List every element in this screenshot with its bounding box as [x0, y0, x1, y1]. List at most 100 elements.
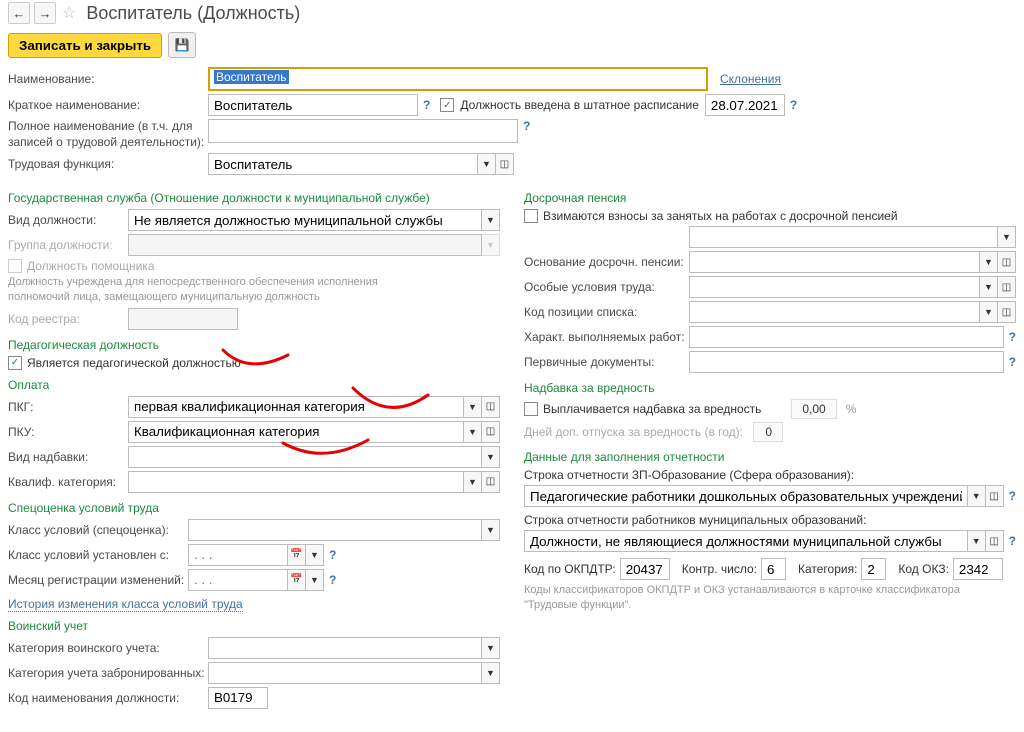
- pkg-input[interactable]: [128, 396, 464, 418]
- pension-contrib-label: Взимаются взносы за занятых на работах с…: [543, 209, 898, 223]
- class-history-link[interactable]: История изменения класса условий труда: [8, 597, 243, 612]
- dropdown-button[interactable]: ▼: [998, 226, 1016, 248]
- pension-basis-label: Основание досрочн. пенсии:: [524, 255, 689, 269]
- help-icon[interactable]: ?: [1009, 355, 1016, 369]
- name-input[interactable]: Воспитатель: [208, 67, 708, 91]
- pension-class-input[interactable]: [689, 226, 998, 248]
- okz-input[interactable]: [953, 558, 1003, 580]
- pku-input[interactable]: [128, 421, 464, 443]
- control-number-input[interactable]: [761, 558, 786, 580]
- dropdown-button[interactable]: ▼: [482, 209, 500, 231]
- hazard-days-value: 0: [753, 422, 783, 442]
- dropdown-button[interactable]: ▼: [980, 276, 998, 298]
- page-title: Воспитатель (Должность): [86, 3, 300, 24]
- save-close-button[interactable]: Записать и закрыть: [8, 33, 162, 58]
- class-conditions-input[interactable]: [188, 519, 482, 541]
- pension-basis-input[interactable]: [689, 251, 980, 273]
- report-header: Данные для заполнения отчетности: [524, 450, 1016, 464]
- in-staffing-label: Должность введена в штатное расписание: [460, 98, 699, 112]
- help-icon[interactable]: ?: [329, 548, 336, 562]
- save-button[interactable]: 💾: [168, 32, 196, 58]
- popup-button[interactable]: ◫: [998, 301, 1016, 323]
- assistant-label: Должность помощника: [27, 259, 155, 273]
- month-registration-input[interactable]: [188, 569, 288, 591]
- popup-button[interactable]: ◫: [986, 485, 1004, 507]
- dropdown-button[interactable]: ▼: [482, 446, 500, 468]
- hazard-paid-checkbox[interactable]: [524, 402, 538, 416]
- popup-button[interactable]: ◫: [986, 530, 1004, 552]
- zp-line-label: Строка отчетности ЗП-Образование (Сфера …: [524, 468, 1016, 482]
- shortname-input[interactable]: [208, 94, 418, 116]
- work-nature-label: Характ. выполняемых работ:: [524, 330, 689, 344]
- help-icon[interactable]: ?: [790, 98, 797, 112]
- hazard-days-label: Дней доп. отпуска за вредность (в год):: [524, 425, 743, 439]
- is-pedagogical-label: Является педагогической должностью: [27, 356, 241, 370]
- category-input[interactable]: [861, 558, 886, 580]
- mun-line-input[interactable]: [524, 530, 968, 552]
- zp-line-input[interactable]: [524, 485, 968, 507]
- dropdown-button[interactable]: ▼: [478, 153, 496, 175]
- popup-button[interactable]: ◫: [482, 396, 500, 418]
- laborfunc-input[interactable]: [208, 153, 478, 175]
- popup-button[interactable]: ◫: [482, 421, 500, 443]
- help-icon[interactable]: ?: [423, 98, 430, 112]
- dropdown-button[interactable]: ▼: [464, 421, 482, 443]
- position-type-input[interactable]: [128, 209, 482, 231]
- in-staffing-checkbox[interactable]: ✓: [440, 98, 454, 112]
- calendar-icon[interactable]: 📅: [288, 544, 306, 566]
- back-button[interactable]: ←: [8, 2, 30, 24]
- help-icon[interactable]: ?: [1009, 330, 1016, 344]
- favorite-icon[interactable]: ☆: [62, 3, 76, 23]
- dropdown-button[interactable]: ▼: [306, 544, 324, 566]
- booked-category-input[interactable]: [208, 662, 482, 684]
- okpdtr-input[interactable]: [620, 558, 670, 580]
- dropdown-button[interactable]: ▼: [968, 485, 986, 507]
- dropdown-button[interactable]: ▼: [482, 519, 500, 541]
- popup-button[interactable]: ◫: [998, 276, 1016, 298]
- pension-contrib-checkbox[interactable]: [524, 209, 538, 223]
- dropdown-button[interactable]: ▼: [482, 637, 500, 659]
- forward-button[interactable]: →: [34, 2, 56, 24]
- special-conditions-input[interactable]: [689, 276, 980, 298]
- help-icon[interactable]: ?: [329, 573, 336, 587]
- help-icon[interactable]: ?: [1009, 534, 1016, 548]
- pay-header: Оплата: [8, 378, 500, 392]
- control-number-label: Контр. число:: [682, 562, 757, 576]
- position-list-code-input[interactable]: [689, 301, 980, 323]
- category-label: Категория:: [798, 562, 857, 576]
- military-category-input[interactable]: [208, 637, 482, 659]
- dropdown-button[interactable]: ▼: [980, 301, 998, 323]
- position-group-input: [128, 234, 482, 256]
- popup-button[interactable]: ◫: [482, 471, 500, 493]
- hazard-paid-label: Выплачивается надбавка за вредность: [543, 402, 761, 416]
- popup-button[interactable]: ◫: [496, 153, 514, 175]
- dropdown-button[interactable]: ▼: [464, 396, 482, 418]
- report-footnote: Коды классификаторов ОКПДТР и ОКЗ устана…: [524, 583, 1016, 613]
- month-registration-label: Месяц регистрации изменений:: [8, 573, 188, 587]
- fullname-input[interactable]: [208, 119, 518, 143]
- dropdown-button[interactable]: ▼: [968, 530, 986, 552]
- qualif-input[interactable]: [128, 471, 464, 493]
- allowance-input[interactable]: [128, 446, 482, 468]
- class-set-from-label: Класс условий установлен с:: [8, 548, 188, 562]
- help-icon[interactable]: ?: [1009, 489, 1016, 503]
- special-conditions-label: Особые условия труда:: [524, 280, 689, 294]
- special-assessment-header: Спецоценка условий труда: [8, 501, 500, 515]
- dropdown-button[interactable]: ▼: [980, 251, 998, 273]
- class-set-from-input[interactable]: [188, 544, 288, 566]
- position-code-label: Код наименования должности:: [8, 691, 208, 705]
- allowance-label: Вид надбавки:: [8, 450, 128, 464]
- in-staffing-date[interactable]: [705, 94, 785, 116]
- primary-docs-input[interactable]: [689, 351, 1004, 373]
- position-code-input[interactable]: [208, 687, 268, 709]
- is-pedagogical-checkbox[interactable]: ✓: [8, 356, 22, 370]
- dropdown-button[interactable]: ▼: [464, 471, 482, 493]
- reestr-label: Код реестра:: [8, 312, 128, 326]
- dropdown-button[interactable]: ▼: [482, 662, 500, 684]
- popup-button[interactable]: ◫: [998, 251, 1016, 273]
- declensions-link[interactable]: Склонения: [720, 72, 781, 86]
- calendar-icon[interactable]: 📅: [288, 569, 306, 591]
- work-nature-input[interactable]: [689, 326, 1004, 348]
- help-icon[interactable]: ?: [523, 119, 530, 133]
- dropdown-button[interactable]: ▼: [306, 569, 324, 591]
